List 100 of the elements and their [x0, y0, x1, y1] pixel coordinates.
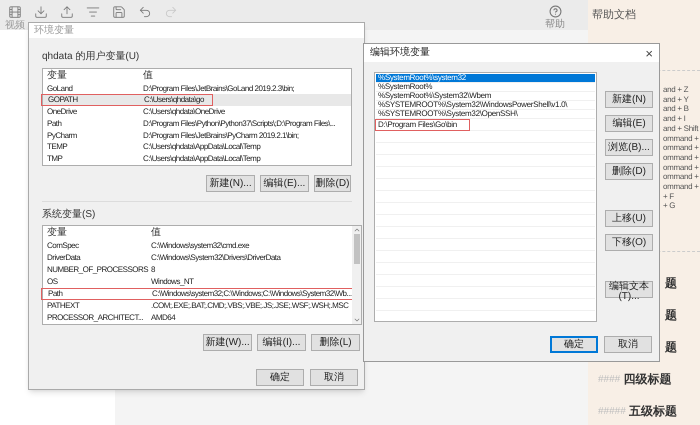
- table-cell-text: 8: [150, 265, 155, 275]
- table-row[interactable]: TEMP C:\Users\qhdata\AppData\Local\Temp: [43, 142, 351, 154]
- dialog-button[interactable]: 确定: [256, 369, 304, 386]
- entry-text: %SYSTEMROOT%\System32\OpenSSH\: [377, 110, 518, 118]
- list-item[interactable]: %SYSTEMROOT%\System32\WindowsPowerShell\v1.0\: [376, 101, 595, 110]
- list-item[interactable]: %SystemRoot%\System32\Wbem: [376, 92, 595, 101]
- window-title: 编辑环境变量: [370, 48, 430, 58]
- shortcut-text: ommand +: [663, 172, 700, 182]
- dialog-button[interactable]: 取消: [604, 336, 652, 353]
- window-title: 环境变量: [34, 26, 74, 36]
- table-row[interactable]: TMP C:\Users\qhdata\AppData\Local\Temp: [43, 153, 351, 165]
- table-row[interactable]: OS Windows_NT: [43, 276, 352, 288]
- shortcut-text: ommand +: [663, 182, 700, 192]
- list-item[interactable]: %SYSTEMROOT%\System32\OpenSSH\: [376, 110, 595, 119]
- shortcut-text: ommand +: [663, 134, 700, 144]
- table-row[interactable]: Path D:\Program Files\Python\Python37\Scripts\;D:\Program Files\...: [43, 118, 351, 130]
- dialog-button[interactable]: 删除(D): [605, 163, 653, 180]
- table-cell-text: PyCharm: [46, 130, 78, 141]
- shortcut-text: and + Z: [663, 85, 690, 95]
- dialog-button[interactable]: 新建(W)...: [203, 334, 252, 351]
- table-cell-text: C:\Users\qhdata\go: [143, 95, 204, 106]
- entry-text: %SystemRoot%: [377, 83, 432, 91]
- heading-text: 四级标题: [623, 371, 672, 388]
- tool-label: 视频: [5, 21, 25, 31]
- dialog-button[interactable]: 下移(O): [605, 234, 653, 251]
- help-label: 帮助: [545, 20, 565, 30]
- column-header[interactable]: 值: [147, 228, 161, 238]
- table-cell-text: D:\Program Files\JetBrains\PyCharm 2019.2.1\bin;: [142, 130, 299, 141]
- dialog-button[interactable]: 删除(D): [314, 175, 351, 192]
- dialog-button[interactable]: 确定: [550, 336, 598, 353]
- shortcut-text: and + B: [663, 104, 690, 114]
- shortcut-text: and + Shift: [663, 124, 700, 134]
- dialog-button[interactable]: 新建(N): [605, 91, 653, 108]
- entry-text: %SystemRoot%\system32: [377, 74, 466, 82]
- column-header[interactable]: 值: [139, 70, 153, 81]
- list-item[interactable]: %SystemRoot%\system32: [376, 74, 595, 83]
- table-cell-text: AMD64: [150, 313, 176, 323]
- dialog-button[interactable]: 删除(L): [311, 334, 360, 351]
- list-item[interactable]: D:\Program Files\Go\bin: [376, 119, 595, 131]
- table-cell-text: ComSpec: [46, 241, 80, 251]
- shortcut-text: and + I: [663, 114, 687, 124]
- table-cell-text: OS: [46, 277, 59, 287]
- heading-text: 题: [665, 307, 677, 324]
- heading-text: 题: [665, 339, 677, 356]
- shortcut-text: and + Y: [663, 94, 690, 104]
- table-cell-text: D:\Program Files\JetBrains\GoLand 2019.2.3\bin;: [142, 84, 294, 94]
- table-row[interactable]: GoLand D:\Program Files\JetBrains\GoLand 2019.2.3\bin;: [43, 82, 351, 94]
- table-row[interactable]: OneDrive C:\Users\qhdata\OneDrive: [43, 106, 351, 118]
- column-header[interactable]: 变量: [43, 70, 139, 81]
- shortcut-text: + F: [663, 192, 675, 202]
- shortcut-text: ommand +: [663, 152, 700, 163]
- table-cell-text: NUMBER_OF_PROCESSORS: [46, 265, 147, 275]
- table-row[interactable]: Path C:\Windows\system32;C:\Windows;C:\Windows\System32\Wb...: [43, 288, 352, 300]
- table-cell-text: TEMP: [46, 142, 68, 152]
- column-header[interactable]: 变量: [43, 228, 147, 238]
- table-cell-text: GOPATH: [47, 95, 79, 106]
- shortcut-text: ommand +: [663, 143, 700, 153]
- table-cell-text: OneDrive: [46, 107, 78, 118]
- dialog-button[interactable]: 编辑(I)...: [257, 334, 306, 351]
- entry-text: D:\Program Files\Go\bin: [375, 118, 470, 130]
- dialog-button[interactable]: 编辑(E)...: [260, 175, 309, 192]
- group-label: 系统变量(S): [42, 210, 96, 220]
- entry-text: %SystemRoot%\System32\Wbem: [377, 92, 492, 100]
- table-cell-text: C:\Windows\system32\cmd.exe: [150, 241, 250, 251]
- table-cell-text: Windows_NT: [150, 277, 194, 287]
- table-cell-text: C:\Users\qhdata\AppData\Local\Temp: [142, 142, 260, 152]
- dialog-button[interactable]: 取消: [310, 369, 358, 386]
- group-label: qhdata 的用户变量(U): [42, 52, 140, 62]
- table-cell-text: C:\Users\qhdata\OneDrive: [142, 107, 225, 118]
- table-cell-text: PATHEXT: [46, 301, 81, 311]
- heading-marks: ####: [598, 372, 620, 387]
- entry-text: %SYSTEMROOT%\System32\WindowsPowerShell\v1.0\: [377, 101, 568, 109]
- table-cell-text: D:\Program Files\Python\Python37\Scripts\;D:\Program Files\...: [142, 118, 336, 129]
- heading-text: 题: [665, 275, 677, 292]
- table-row[interactable]: ComSpec C:\Windows\system32\cmd.exe: [43, 240, 352, 252]
- table-row[interactable]: PyCharm D:\Program Files\JetBrains\PyCharm 2019.2.1\bin;: [43, 130, 351, 142]
- dialog-button[interactable]: 上移(U): [605, 210, 653, 227]
- table-row[interactable]: DriverData C:\Windows\System32\Drivers\DriverData: [43, 252, 352, 264]
- dialog-button[interactable]: 新建(N)...: [206, 175, 255, 192]
- table-row[interactable]: PROCESSOR_ARCHITECT... AMD64: [43, 312, 352, 324]
- table-row[interactable]: GOPATH C:\Users\qhdata\go: [43, 94, 351, 106]
- table-cell-text: .COM;.EXE;.BAT;.CMD;.VBS;.VBE;.JS;.JSE;.WSF;.WSH;.MSC: [150, 301, 348, 311]
- panel-title: 帮助文档: [592, 8, 636, 23]
- heading-text: 五级标题: [628, 403, 677, 420]
- table-cell-text: DriverData: [46, 253, 82, 263]
- list-item[interactable]: %SystemRoot%: [376, 83, 595, 92]
- table-row[interactable]: NUMBER_OF_PROCESSORS 8: [43, 264, 352, 276]
- table-cell-text: C:\Windows\System32\Drivers\DriverData: [150, 253, 280, 263]
- table-cell-text: Path: [46, 118, 62, 129]
- table-cell-text: C:\Windows\system32;C:\Windows;C:\Windows\System32\Wb...: [151, 289, 352, 299]
- table-cell-text: C:\Users\qhdata\AppData\Local\Temp: [142, 154, 260, 164]
- table-row[interactable]: PATHEXT .COM;.EXE;.BAT;.CMD;.VBS;.VBE;.JS;.JSE;.WSF;.WSH;.MSC: [43, 300, 352, 312]
- shortcut-text: ommand +: [663, 162, 700, 172]
- table-cell-text: PROCESSOR_ARCHITECT...: [46, 313, 144, 323]
- table-cell-text: GoLand: [46, 84, 74, 94]
- dialog-button[interactable]: 浏览(B)...: [605, 139, 653, 156]
- close-button[interactable]: ×: [643, 46, 655, 60]
- table-cell-text: Path: [47, 289, 64, 299]
- dialog-button[interactable]: 编辑(E): [605, 115, 653, 132]
- heading-marks: #####: [598, 404, 626, 419]
